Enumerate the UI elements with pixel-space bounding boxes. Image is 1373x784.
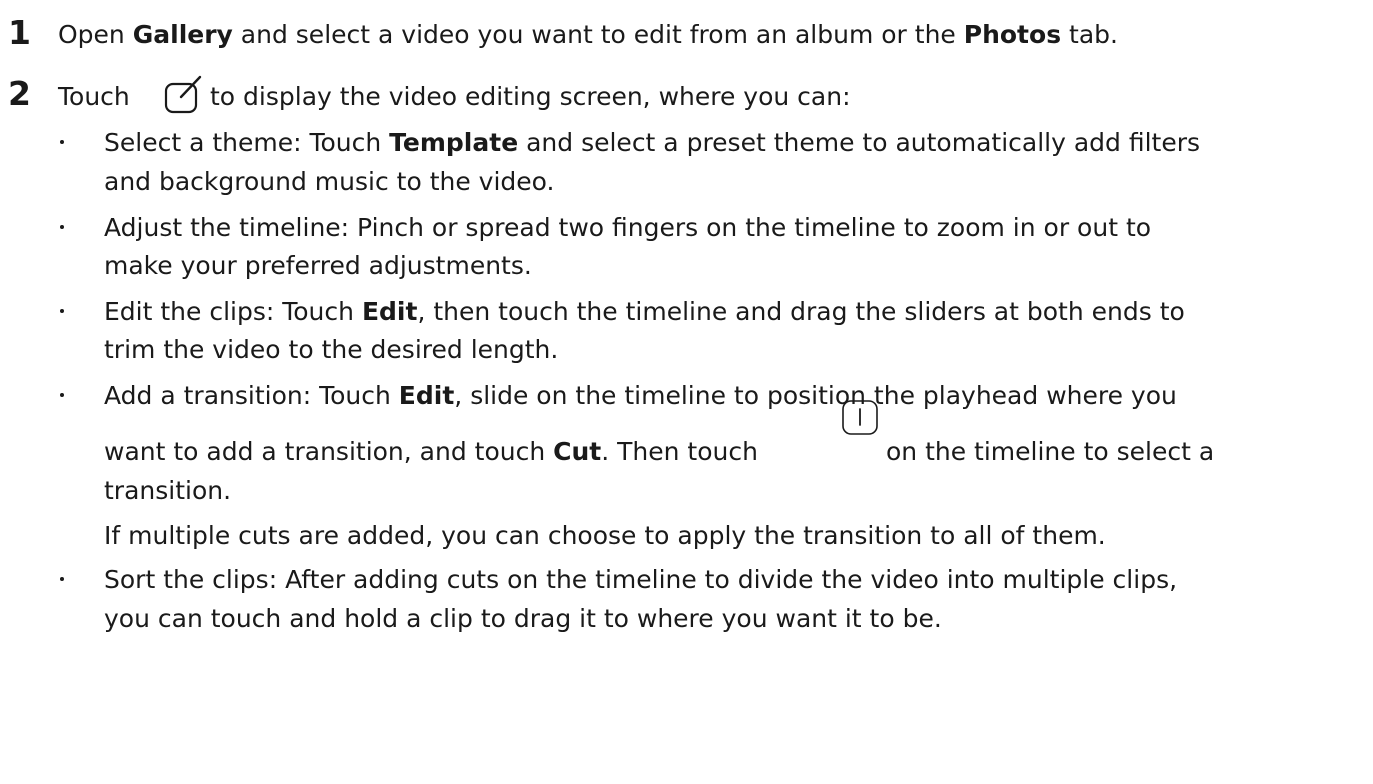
edit-label: Edit [398,381,455,410]
transition-line-4: If multiple cuts are added, you can choo… [104,521,1106,550]
bullet-dot [60,225,64,229]
timeline-line-2: make your preferred adjustments. [104,251,532,280]
theme-line-2: and background music to the video. [104,167,555,196]
text: , slide on the timeline to position the … [454,381,1177,410]
sort-line-1: Sort the clips: After adding cuts on the… [104,565,1178,594]
step-1-text: Open Gallery and select a video you want… [58,22,1118,47]
text: Touch [58,82,130,111]
transition-line-2a: want to add a transition, and touch Cut.… [104,439,758,464]
step-2-text-b: to display the video editing screen, whe… [210,84,851,109]
bullet-dot [60,393,64,397]
text: Edit the clips: Touch [104,297,362,326]
theme-line-1: Select a theme: Touch Template and selec… [104,130,1200,155]
transition-marker-icon [842,400,878,435]
text: Add a transition: Touch [104,381,399,410]
gallery-label: Gallery [132,20,233,49]
text: and select a preset theme to automatical… [518,128,1201,157]
clips-line-2: trim the video to the desired length. [104,335,559,364]
timeline-line-1: Adjust the timeline: Pinch or spread two… [104,213,1152,242]
text: Select a theme: Touch [104,128,390,157]
transition-line-2b: on the timeline to select a [886,439,1214,464]
transition-line-1: Add a transition: Touch Edit, slide on t… [104,383,1177,408]
text: on the timeline to select a [886,437,1215,466]
step-2-text-a: Touch [58,84,130,109]
sort-line-2: you can touch and hold a clip to drag it… [104,604,942,633]
photos-label: Photos [963,20,1062,49]
edit-square-icon [164,75,202,114]
transition-line-3: transition. [104,476,232,505]
text: and select a video you want to edit from… [232,20,964,49]
text: tab. [1061,20,1118,49]
bullet-dot [60,309,64,313]
edit-label: Edit [361,297,418,326]
text: want to add a transition, and touch [104,437,554,466]
clips-line-1: Edit the clips: Touch Edit, then touch t… [104,299,1185,324]
text: , then touch the timeline and drag the s… [417,297,1185,326]
step-number: 2 [8,74,31,113]
template-label: Template [389,128,519,157]
bullet-dot [60,577,64,581]
text: to display the video editing screen, whe… [210,82,851,111]
bullet-dot [60,140,64,144]
text: . Then touch [601,437,758,466]
cut-label: Cut [553,437,602,466]
text: Open [58,20,133,49]
step-number: 1 [8,13,31,52]
